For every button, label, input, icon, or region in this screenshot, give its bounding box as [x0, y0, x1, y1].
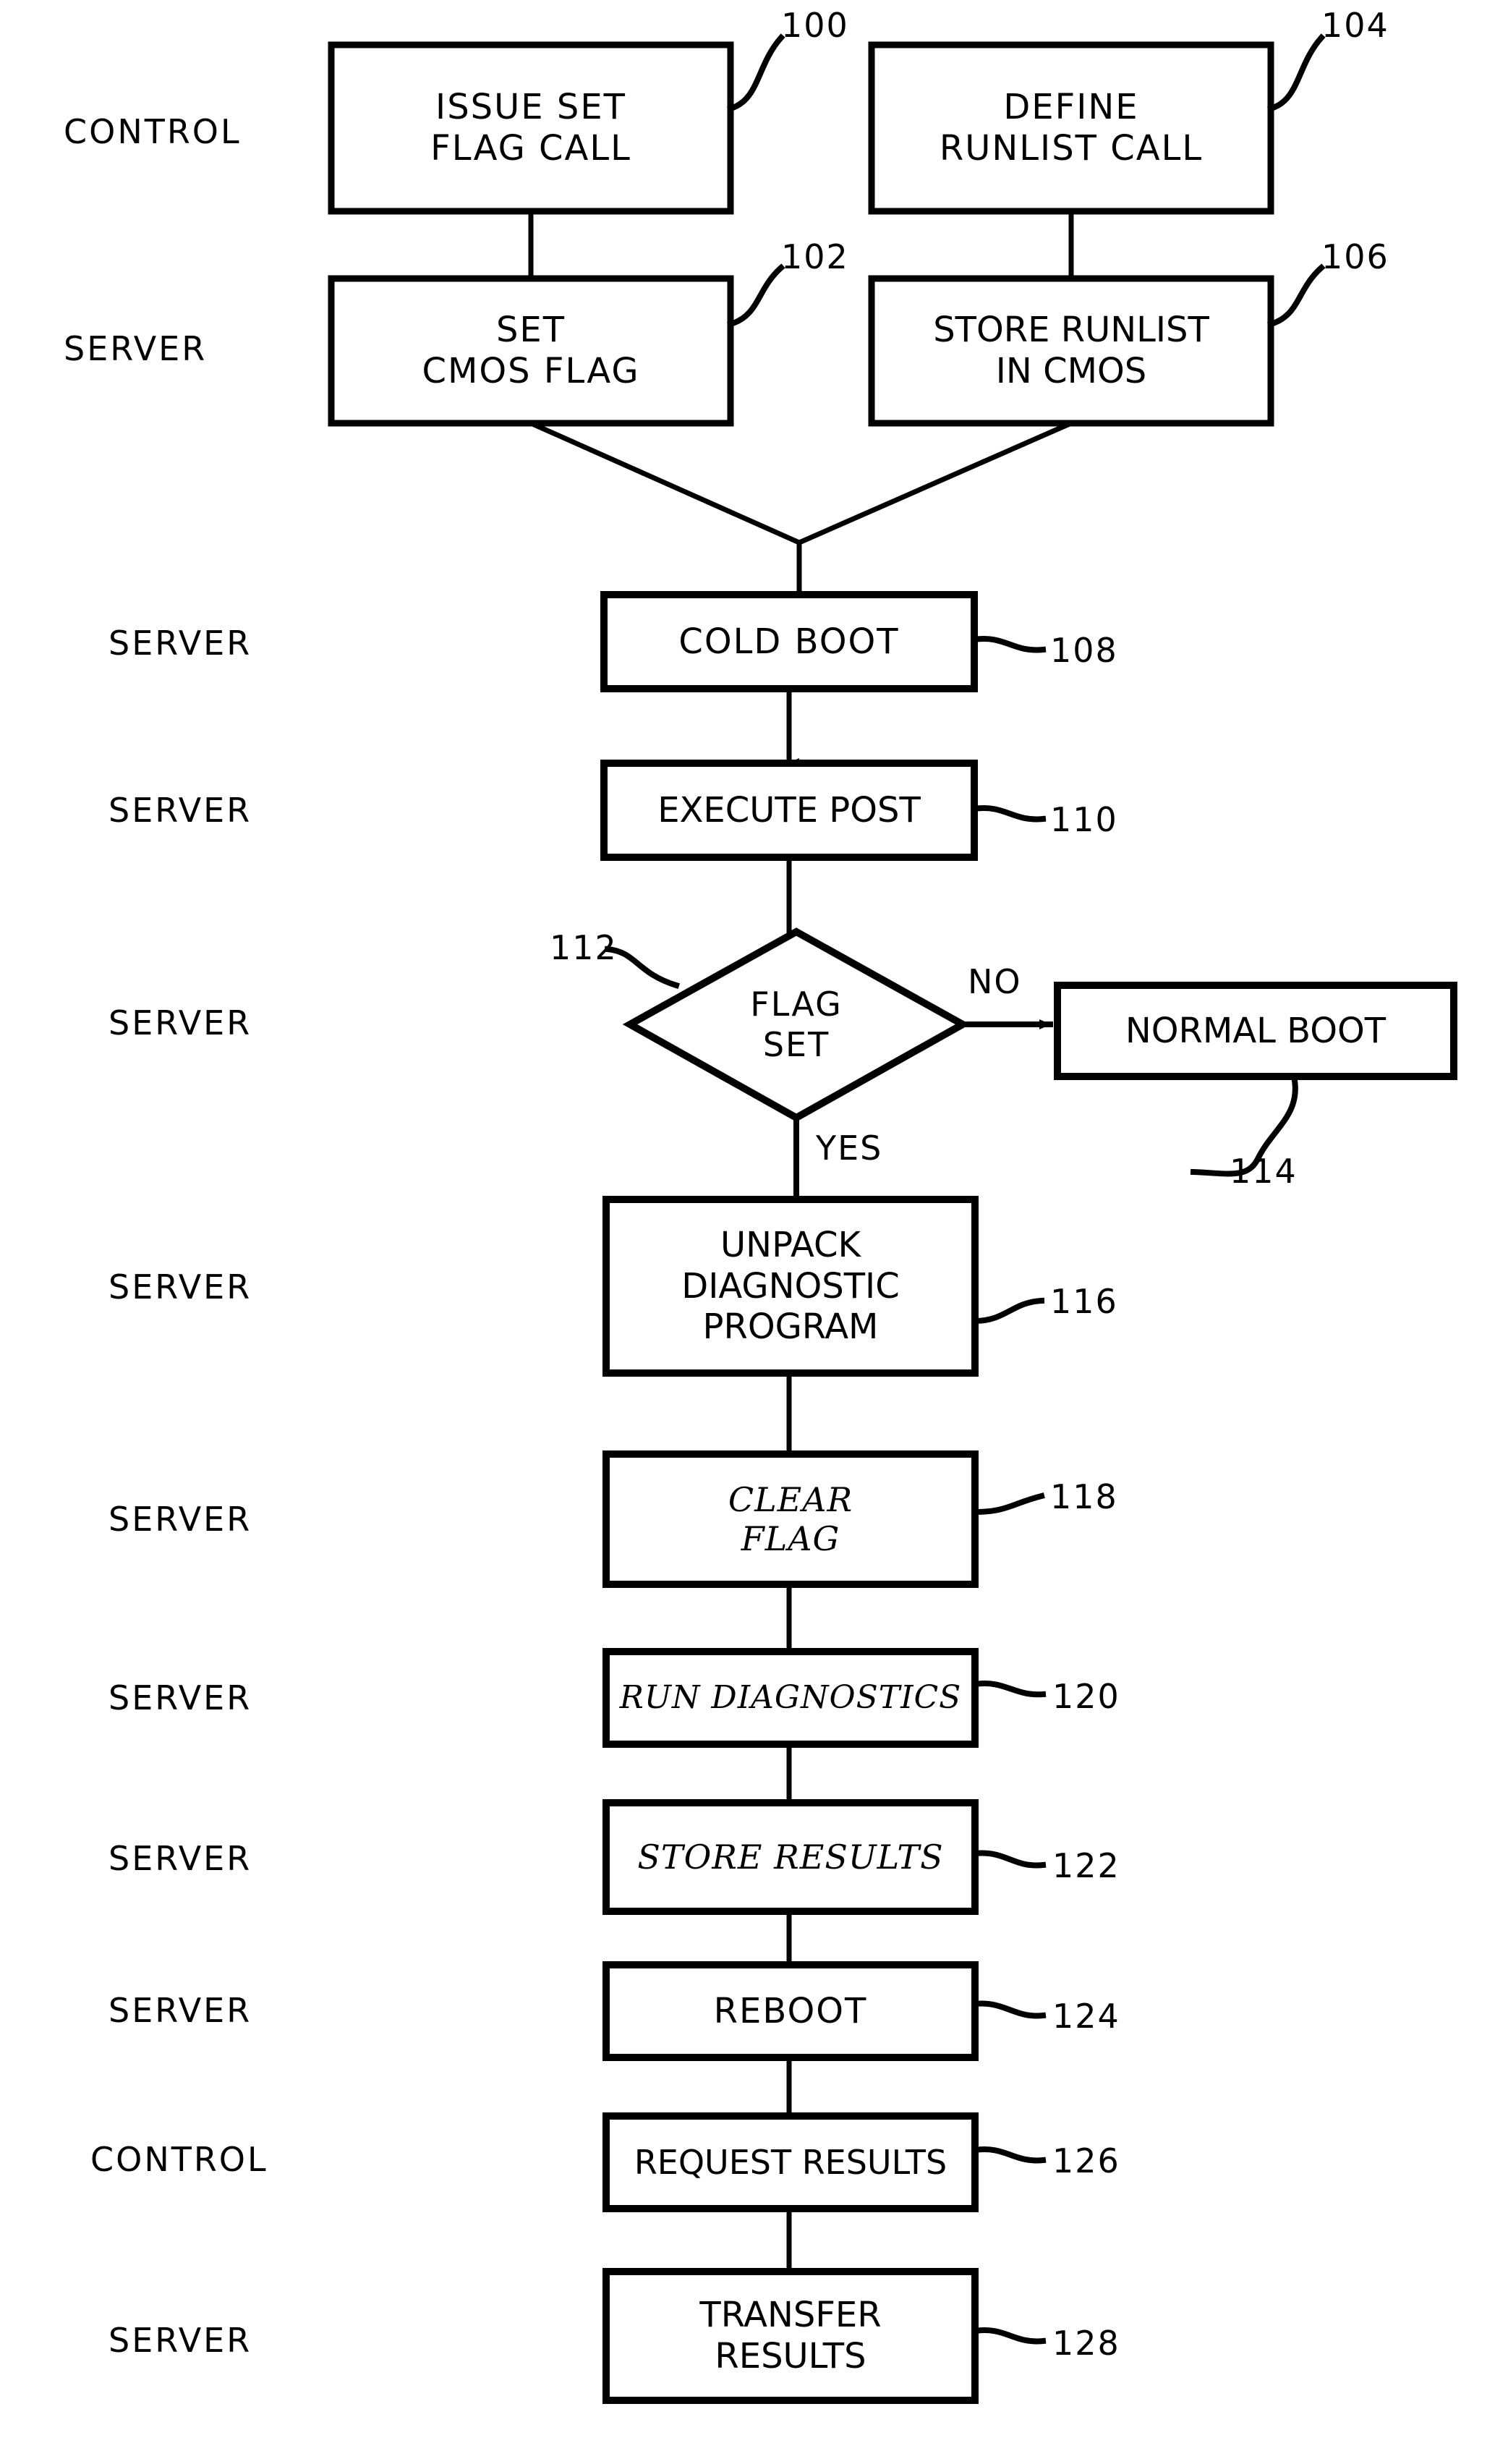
leader-124 — [971, 2000, 1047, 2019]
patent-figure: CONTROL SERVER SERVER SERVER SERVER SERV… — [0, 0, 1495, 2464]
node-box-100 — [328, 41, 734, 215]
node-box-108 — [600, 591, 978, 692]
row-label-server-3: SERVER — [108, 791, 252, 830]
leader-110 — [971, 805, 1047, 823]
ref-numeral-118: 118 — [1050, 1477, 1118, 1516]
node-box-104 — [868, 41, 1274, 215]
ref-numeral-126: 126 — [1052, 2141, 1120, 2180]
node-box-124 — [602, 1961, 979, 2061]
ref-numeral-114: 114 — [1230, 1152, 1298, 1191]
node-box-126 — [602, 2112, 979, 2212]
leader-106 — [1267, 263, 1326, 328]
node-box-110 — [600, 760, 978, 861]
leader-108 — [971, 636, 1047, 653]
ref-numeral-112: 112 — [550, 928, 618, 967]
ref-numeral-100: 100 — [781, 6, 849, 45]
row-label-server-1: SERVER — [64, 329, 208, 368]
row-label-control-2: CONTROL — [90, 2140, 268, 2179]
row-label-server-10: SERVER — [108, 2321, 252, 2360]
branch-label-no: NO — [968, 962, 1022, 1001]
ref-numeral-128: 128 — [1052, 2324, 1120, 2363]
ref-numeral-110: 110 — [1050, 800, 1118, 839]
leader-122 — [971, 1850, 1047, 1869]
leader-104 — [1267, 33, 1326, 112]
node-box-120 — [602, 1648, 979, 1748]
leader-112 — [604, 946, 681, 990]
row-label-server-2: SERVER — [108, 624, 252, 663]
leader-128 — [971, 2327, 1047, 2345]
branch-label-yes: YES — [816, 1129, 883, 1168]
leader-126 — [971, 2146, 1047, 2164]
ref-numeral-108: 108 — [1050, 631, 1118, 670]
ref-numeral-106: 106 — [1321, 237, 1389, 276]
ref-numeral-124: 124 — [1052, 1997, 1120, 2036]
flowchart-artwork — [328, 33, 1457, 2404]
ref-numeral-102: 102 — [781, 237, 849, 276]
node-box-116 — [602, 1196, 979, 1377]
row-label-server-6: SERVER — [108, 1500, 252, 1539]
row-label-server-8: SERVER — [108, 1839, 252, 1878]
leader-120 — [971, 1681, 1047, 1698]
ref-numeral-120: 120 — [1052, 1677, 1120, 1716]
leader-102 — [727, 263, 785, 328]
ref-numeral-104: 104 — [1321, 6, 1389, 45]
leader-116 — [971, 1297, 1045, 1325]
ref-numeral-122: 122 — [1052, 1846, 1120, 1885]
row-label-control-1: CONTROL — [64, 112, 242, 151]
ref-numeral-116: 116 — [1050, 1282, 1118, 1321]
row-label-server-7: SERVER — [108, 1678, 252, 1717]
leader-118 — [971, 1492, 1045, 1516]
node-box-122 — [602, 1799, 979, 1915]
node-box-128 — [602, 2268, 979, 2404]
row-label-server-4: SERVER — [108, 1003, 252, 1042]
edge-102-merge — [527, 420, 803, 546]
row-label-server-9: SERVER — [108, 1991, 252, 2030]
node-box-118 — [602, 1450, 979, 1588]
edge-106-merge — [796, 420, 1075, 546]
leader-100 — [727, 33, 785, 112]
row-label-server-5: SERVER — [108, 1267, 252, 1307]
node-box-114 — [1054, 982, 1457, 1080]
node-box-102 — [328, 275, 734, 427]
node-diamond-112 — [622, 927, 971, 1122]
node-box-106 — [868, 275, 1274, 427]
